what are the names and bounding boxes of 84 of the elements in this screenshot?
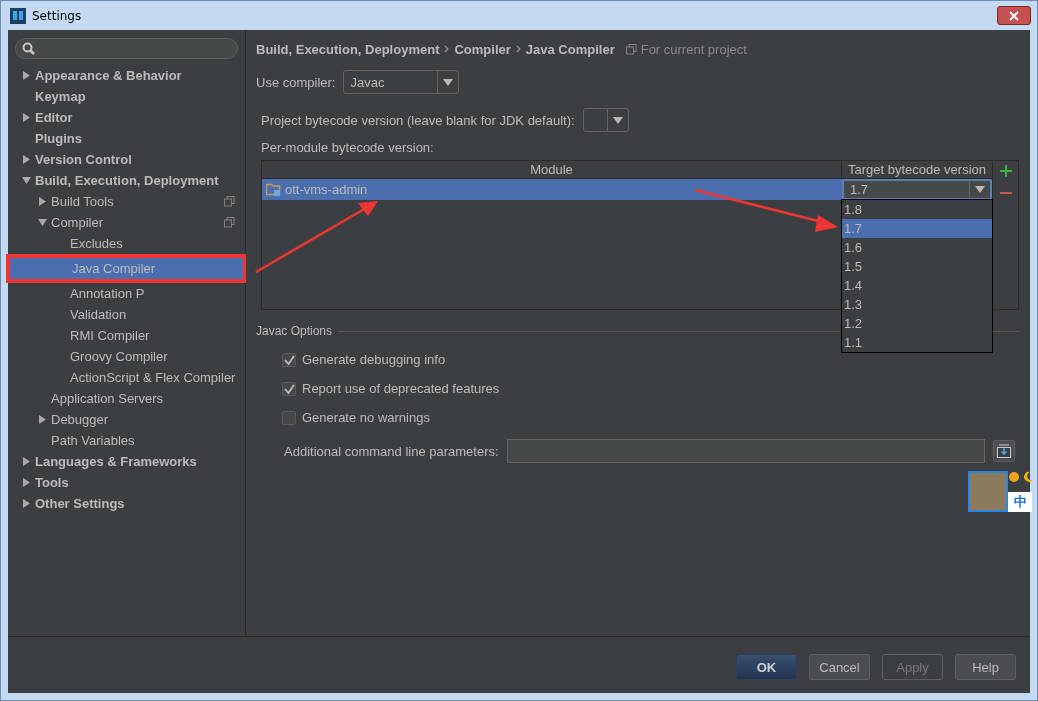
- column-header[interactable]: Module: [262, 161, 841, 178]
- scope-note: For current project: [640, 41, 747, 57]
- app-logo-icon: [10, 7, 26, 24]
- module-folder-icon: [266, 182, 281, 197]
- collapse-arrow-icon[interactable]: [22, 176, 31, 185]
- sun-icon[interactable]: [1008, 471, 1020, 483]
- tree-item[interactable]: Validation: [8, 304, 245, 325]
- add-icon[interactable]: [999, 165, 1012, 177]
- moon-icon[interactable]: [1022, 471, 1034, 483]
- tree-item[interactable]: Tools: [8, 472, 245, 493]
- caret-icon: [974, 185, 986, 194]
- checkbox-label[interactable]: Generate no warnings: [302, 410, 430, 425]
- tree-item[interactable]: Plugins: [8, 128, 245, 149]
- field-label: Use compiler:: [256, 74, 336, 90]
- dialog-button[interactable]: Cancel: [809, 654, 870, 680]
- tree-item[interactable]: Version Control: [8, 149, 245, 170]
- column-header[interactable]: Target bytecode version: [841, 161, 992, 178]
- photo-placeholder: [968, 471, 1008, 512]
- tree-item[interactable]: Other Settings: [8, 493, 245, 514]
- breadcrumb-item: Java Compiler: [525, 41, 615, 57]
- expand-icon: [996, 444, 1011, 458]
- dropdown-option[interactable]: 1.2: [842, 314, 992, 333]
- close-icon: [1009, 10, 1019, 21]
- tree-item[interactable]: Editor: [8, 107, 245, 128]
- tree-item[interactable]: Path Variables: [8, 430, 245, 451]
- expand-arrow-icon[interactable]: [22, 71, 31, 80]
- version-dropdown[interactable]: [582, 108, 629, 132]
- ime-mode-label[interactable]: 中: [1008, 492, 1032, 512]
- input-field[interactable]: [506, 439, 985, 463]
- tree-item[interactable]: Excludes: [8, 233, 245, 254]
- table-row[interactable]: ott-vms-admin 1.7: [262, 179, 992, 200]
- dropdown-option[interactable]: 1.1: [842, 333, 992, 352]
- search-field[interactable]: [15, 38, 238, 59]
- expand-arrow-icon[interactable]: [22, 155, 31, 164]
- tree-item[interactable]: Languages & Frameworks: [8, 451, 245, 472]
- copy-icon: [625, 43, 637, 55]
- tree-item[interactable]: ActionScript & Flex Compiler: [8, 367, 245, 388]
- field-label: Per-module bytecode version:: [261, 140, 434, 155]
- table-cell: ott-vms-admin: [285, 182, 368, 197]
- tree-item[interactable]: Build Tools: [8, 191, 245, 212]
- expand-arrow-icon[interactable]: [22, 113, 31, 122]
- version-dropdown[interactable]: 1.7: [842, 179, 992, 200]
- field-label: Additional command line parameters:: [284, 443, 499, 459]
- tree-item[interactable]: Groovy Compiler: [8, 346, 245, 367]
- window-title: Settings: [32, 8, 82, 23]
- collapse-arrow-icon[interactable]: [38, 218, 47, 227]
- breadcrumb-item: Build, Execution, Deployment: [256, 41, 440, 57]
- dialog-button[interactable]: OK: [736, 654, 797, 680]
- tree-item[interactable]: Appearance & Behavior: [8, 65, 245, 86]
- tree-item[interactable]: Compiler: [8, 212, 245, 233]
- caret-icon: [611, 115, 624, 125]
- checkbox[interactable]: [282, 381, 296, 396]
- tree-item[interactable]: Build, Execution, Deployment: [8, 170, 245, 191]
- tree-item[interactable]: RMI Compiler: [8, 325, 245, 346]
- chevron-icon: [444, 45, 450, 53]
- expand-arrow-icon[interactable]: [22, 499, 31, 508]
- chevron-icon: [515, 45, 521, 53]
- dropdown-option[interactable]: 1.4: [842, 276, 992, 295]
- expand-arrow-icon[interactable]: [38, 415, 47, 424]
- compiler-dropdown[interactable]: Javac: [343, 70, 460, 94]
- search-icon: [22, 42, 35, 55]
- caret-icon: [442, 77, 455, 87]
- expand-arrow-icon[interactable]: [38, 197, 47, 206]
- breadcrumb-item: Compiler: [454, 41, 511, 57]
- close-button[interactable]: [997, 6, 1031, 25]
- remove-icon[interactable]: [999, 191, 1012, 195]
- dropdown-option[interactable]: 1.3: [842, 295, 992, 314]
- expand-field-button[interactable]: [992, 440, 1015, 462]
- field-label: Project bytecode version (leave blank for JDK default):: [261, 112, 575, 128]
- checkbox-label[interactable]: Report use of deprecated features: [302, 381, 500, 396]
- dropdown-option[interactable]: 1.6: [842, 238, 992, 257]
- dropdown-option[interactable]: 1.8: [842, 200, 992, 219]
- checkbox-label[interactable]: Generate debugging info: [302, 352, 446, 367]
- dropdown-option[interactable]: 1.5: [842, 257, 992, 276]
- tree-item[interactable]: Keymap: [8, 86, 245, 107]
- checkbox[interactable]: [282, 352, 296, 367]
- dialog-button[interactable]: Help: [955, 654, 1016, 680]
- tree-item[interactable]: Debugger: [8, 409, 245, 430]
- tree-item[interactable]: Annotation P: [8, 283, 245, 304]
- expand-arrow-icon[interactable]: [22, 457, 31, 466]
- tree-item[interactable]: Application Servers: [8, 388, 245, 409]
- group-title: Javac Options: [256, 324, 333, 338]
- checkbox[interactable]: [282, 410, 296, 425]
- expand-arrow-icon[interactable]: [22, 478, 31, 487]
